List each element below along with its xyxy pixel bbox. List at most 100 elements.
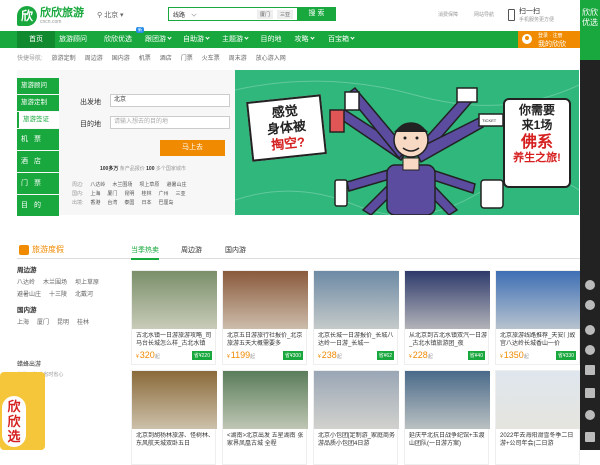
nav-home[interactable]: 首页: [17, 31, 55, 48]
quick-link[interactable]: 门票: [181, 53, 193, 63]
rail-featured[interactable]: 欣欣优选: [580, 0, 600, 60]
product-card[interactable]: 北京到胡杨林旅游、怪树林、东风航天城双卧五日: [131, 370, 217, 465]
product-card[interactable]: 从北京到古北水镇双汽一日游_古北水镇旅游团_夜 ¥228起 省¥40: [404, 270, 490, 365]
product-card[interactable]: 北京五日游旅行社报价_北京旅游五天大概需要多 ¥1199起 省¥300: [222, 270, 308, 365]
quick-link[interactable]: 机票: [139, 53, 151, 63]
product-card[interactable]: 北京长城一日游报价_长城八达岭一日游_长城一 ¥238起 省¥62: [313, 270, 399, 365]
product-card[interactable]: 北京旅游线路推荐_天安门故宫八达岭长城香山一价 ¥1350起 省¥330: [495, 270, 581, 365]
chat-icon[interactable]: [585, 280, 595, 290]
city-link[interactable]: 厦门: [107, 191, 117, 197]
nav-toolbox[interactable]: 百宝箱: [324, 31, 358, 48]
quick-link[interactable]: 酒店: [160, 53, 172, 63]
city-link[interactable]: 昆明: [124, 191, 134, 197]
city-link[interactable]: 巴厘岛: [158, 200, 173, 206]
service-icon[interactable]: [585, 410, 595, 420]
tab-destination[interactable]: 目的地: [17, 195, 59, 230]
nav-theme-tour[interactable]: 主题游: [219, 31, 251, 48]
product-card[interactable]: <湖南>北京出发 五星湖南 张家界凤凰古城 全程: [222, 370, 308, 465]
hot-keyword[interactable]: 厦门: [257, 10, 274, 19]
category-link[interactable]: 避暑山庄: [17, 292, 41, 298]
from-input[interactable]: 北京: [110, 94, 230, 107]
product-card[interactable]: 延庆平北抗日战争纪馆+玉渡山团队(一日游方案): [404, 370, 490, 465]
category-link[interactable]: 北戴河: [75, 292, 93, 298]
city-link[interactable]: 香港: [90, 200, 100, 206]
quick-link[interactable]: 周边游: [85, 53, 103, 63]
quick-link[interactable]: 放心游入网: [256, 53, 286, 63]
city-link[interactable]: 木兰围场: [112, 182, 132, 188]
city-link[interactable]: 坝上草原: [139, 182, 159, 188]
tab-tickets[interactable]: 门票: [17, 173, 59, 194]
promo-banner[interactable]: 感觉 身体被 掏空? 你需要 来1场 佛系 养生之旅! TICKET: [235, 70, 579, 215]
tab-domestic[interactable]: 国内游: [225, 245, 246, 255]
toplink-sitenav[interactable]: 网站导航: [474, 11, 494, 18]
city-link[interactable]: 日本: [141, 200, 151, 206]
city-link[interactable]: 桂林: [141, 191, 151, 197]
nav-free-tour[interactable]: 自助游: [180, 31, 212, 48]
city-link[interactable]: 广州: [158, 191, 168, 197]
floating-ad[interactable]: 欣欣选: [0, 372, 45, 450]
city-selector[interactable]: ⚲ 北京 ▾: [97, 10, 124, 20]
login-box[interactable]: 登录 · 注册 我的欣欣: [518, 31, 580, 48]
product-title[interactable]: 延庆平北抗日战争纪馆+玉渡山团队(一日游方案): [409, 432, 487, 448]
product-title[interactable]: <湖南>北京出发 五星湖南 张家界凤凰古城 全程: [227, 432, 305, 448]
favorite-icon[interactable]: [585, 325, 595, 335]
my-account-link[interactable]: 我的欣欣: [538, 39, 566, 49]
product-title[interactable]: 从北京到古北水镇双汽一日游_古北水镇旅游团_夜: [409, 332, 487, 348]
scan-qr[interactable]: 扫一扫 手机服务更方便: [519, 6, 579, 23]
product-title[interactable]: 北京到胡杨林旅游、怪树林、东风航天城双卧五日: [136, 432, 214, 448]
brand-name: 欣欣旅游: [40, 6, 84, 19]
tab-hot-sale[interactable]: 当季热卖: [131, 245, 159, 260]
toplink-guarantee[interactable]: 消费保障: [438, 11, 458, 18]
product-card[interactable]: 古北水镇一日游旅游攻略_司马台长城怎么样_古北水镇 ¥320起 省¥220: [131, 270, 217, 365]
product-title[interactable]: 北京旅游线路推荐_天安门故宫八达岭长城香山一价: [500, 332, 578, 348]
category-link[interactable]: 厦门: [37, 320, 49, 326]
user-icon[interactable]: [585, 300, 595, 310]
site-logo[interactable]: 欣 欣欣旅游 cncn.com: [17, 6, 84, 26]
city-link[interactable]: 避暑山庄: [166, 182, 186, 188]
search-button[interactable]: 搜 索: [297, 7, 336, 21]
tab-hotels[interactable]: 酒店: [17, 151, 59, 172]
product-title[interactable]: 古北水镇一日游旅游攻略_司马台长城怎么样_古北水镇: [136, 332, 214, 348]
category-link[interactable]: 坝上草原: [75, 280, 99, 286]
nav-group-tour[interactable]: 跟团游: [142, 31, 174, 48]
tab-nearby[interactable]: 周边游: [181, 245, 202, 255]
product-card[interactable]: 北京小包团[定制游_家庭商务游品质小包团4日游: [313, 370, 399, 465]
category-link[interactable]: 八达岭: [17, 280, 35, 286]
city-link[interactable]: 三亚: [175, 191, 185, 197]
category-link[interactable]: 十三陵: [49, 292, 67, 298]
city-link[interactable]: 台湾: [107, 200, 117, 206]
tab-visa[interactable]: 旅游签证: [17, 112, 59, 128]
quick-link[interactable]: 旅游定制: [52, 53, 76, 63]
category-link[interactable]: 桂林: [77, 320, 89, 326]
product-card[interactable]: 2022年去海阳滑雪冬季二日游+公司年会(二日游: [495, 370, 581, 465]
quick-link[interactable]: 国内游: [112, 53, 130, 63]
edit-icon[interactable]: [585, 365, 595, 375]
city-link[interactable]: 上海: [90, 191, 100, 197]
search-type-select[interactable]: 线路: [173, 10, 185, 19]
nav-destination[interactable]: 目的地: [258, 31, 284, 48]
tab-flights[interactable]: 机票: [17, 129, 59, 150]
product-title[interactable]: 北京五日游旅行社报价_北京旅游五天大概需要多: [227, 332, 305, 348]
product-title[interactable]: 北京长城一日游报价_长城八达岭一日游_长城一: [318, 332, 396, 348]
quick-link[interactable]: 周末游: [229, 53, 247, 63]
nav-advisor[interactable]: 旅游顾问: [55, 31, 91, 48]
login-register-link[interactable]: 登录 · 注册: [538, 32, 562, 39]
city-link[interactable]: 八达岭: [90, 182, 105, 188]
tab-custom[interactable]: 旅游定制: [17, 95, 59, 111]
city-link[interactable]: 泰国: [124, 200, 134, 206]
back-to-top-icon[interactable]: [585, 432, 595, 442]
product-title[interactable]: 北京小包团[定制游_家庭商务游品质小包团4日游: [318, 432, 396, 448]
product-title[interactable]: 2022年去海阳滑雪冬季二日游+公司年会(二日游: [500, 432, 578, 448]
history-icon[interactable]: [585, 345, 595, 355]
nav-featured[interactable]: 欣欣优选: [100, 31, 136, 48]
qrcode-icon[interactable]: [585, 388, 595, 398]
category-link[interactable]: 木兰围场: [43, 280, 67, 286]
hot-keyword[interactable]: 三亚: [277, 10, 294, 19]
category-link[interactable]: 昆明: [57, 320, 69, 326]
quick-link[interactable]: 火车票: [202, 53, 220, 63]
nav-guide[interactable]: 攻略: [292, 31, 316, 48]
tab-advisor[interactable]: 旅游顾问: [17, 78, 59, 94]
go-button[interactable]: 马上去: [160, 140, 225, 156]
to-input[interactable]: 请输入想去的目的地: [110, 116, 230, 129]
category-link[interactable]: 上海: [17, 320, 29, 326]
